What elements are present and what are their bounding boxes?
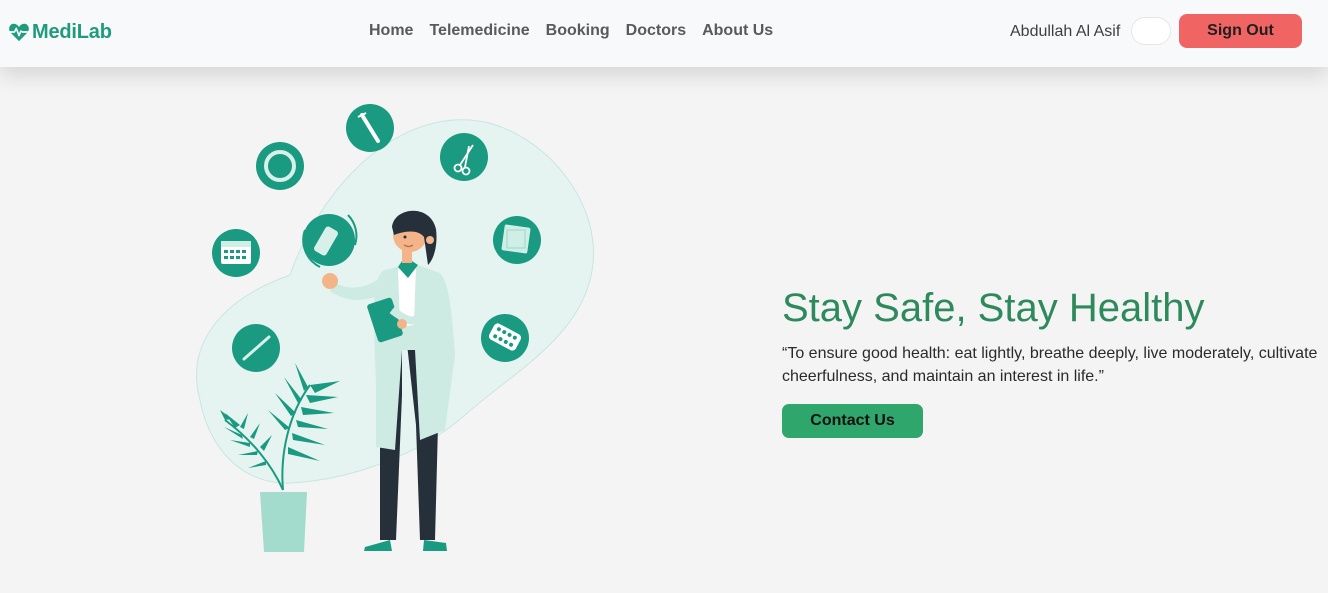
user-name: Abdullah Al Asif bbox=[1010, 23, 1121, 40]
hero-quote: “To ensure good health: eat lightly, bre… bbox=[782, 345, 1318, 385]
sign-out-button[interactable]: Sign Out bbox=[1179, 14, 1302, 48]
syringe-icon bbox=[346, 104, 394, 152]
ring-icon bbox=[256, 142, 304, 190]
doctor-illustration bbox=[196, 104, 594, 552]
hero-text: Stay Safe, Stay Healthy “To ensure good … bbox=[782, 284, 1328, 438]
gauze-icon bbox=[493, 216, 541, 264]
scissors-icon bbox=[440, 133, 488, 181]
brand-logo-link[interactable]: MediLab bbox=[8, 20, 112, 44]
heartbeat-icon bbox=[8, 23, 29, 42]
thermometer-icon bbox=[232, 324, 280, 372]
nav-telemedicine[interactable]: Telemedicine bbox=[429, 20, 529, 42]
avatar[interactable] bbox=[1131, 17, 1171, 45]
top-navbar: MediLab Home Telemedicine Booking Doctor… bbox=[0, 0, 1328, 67]
calendar-icon bbox=[212, 229, 260, 277]
nav-home[interactable]: Home bbox=[369, 20, 413, 42]
nav-booking[interactable]: Booking bbox=[546, 20, 610, 42]
contact-us-button[interactable]: Contact Us bbox=[782, 404, 923, 438]
nav-doctors[interactable]: Doctors bbox=[626, 20, 686, 42]
pills-icon bbox=[481, 314, 529, 362]
hero-title: Stay Safe, Stay Healthy bbox=[782, 286, 1205, 330]
brand-name: MediLab bbox=[32, 20, 112, 43]
main-nav: Home Telemedicine Booking Doctors About … bbox=[369, 20, 773, 42]
nav-about-us[interactable]: About Us bbox=[702, 20, 773, 42]
